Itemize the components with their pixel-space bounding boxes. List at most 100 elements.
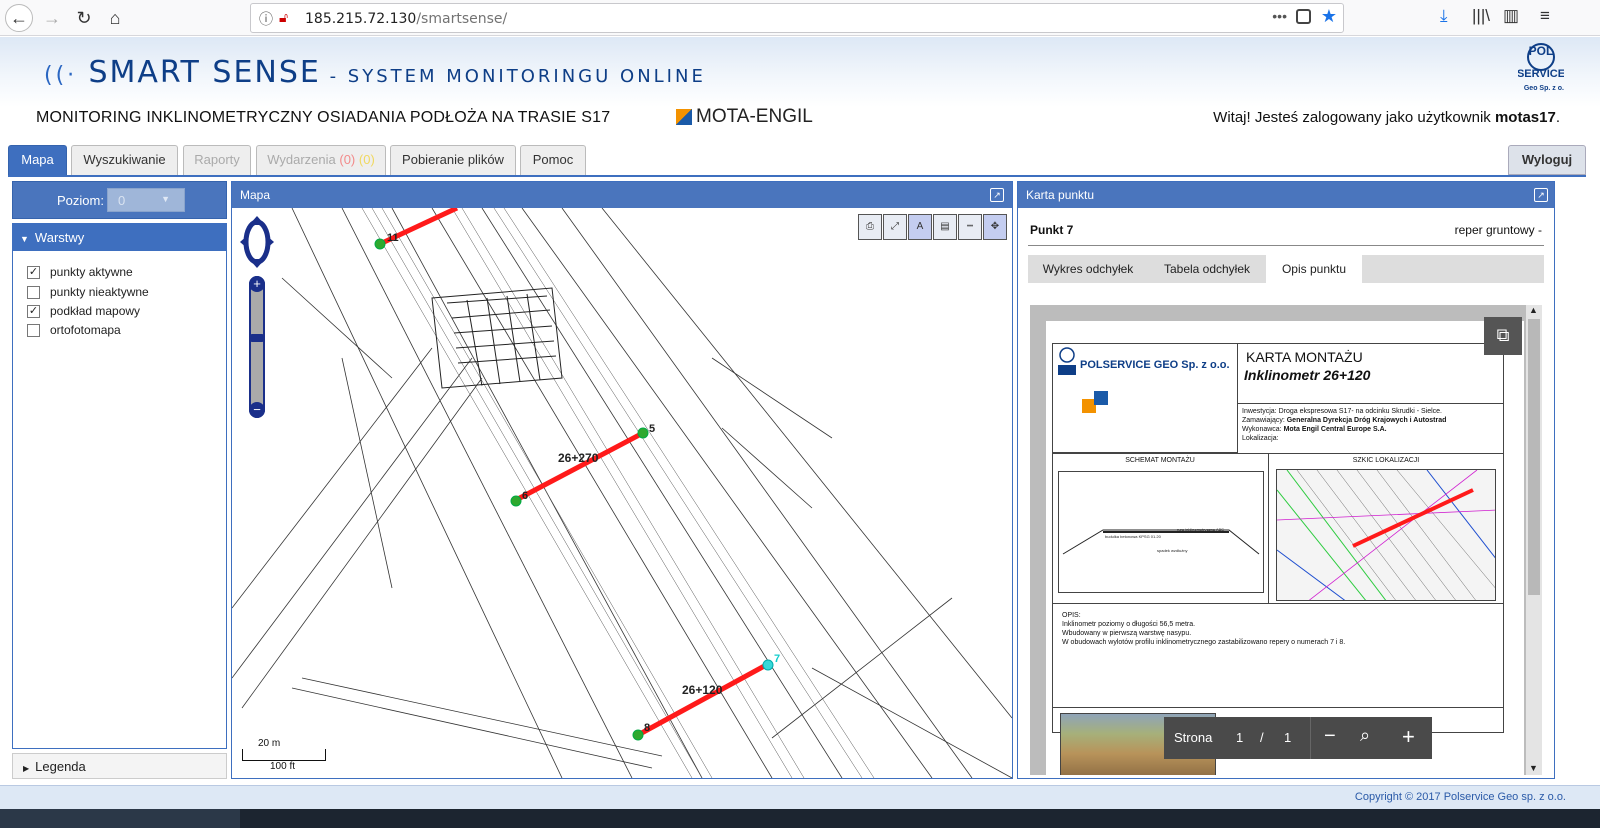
zoom-extent-icon[interactable]: ⤢: [883, 214, 907, 240]
home-icon[interactable]: ⌂: [101, 4, 129, 32]
reload-icon[interactable]: ↻: [70, 4, 98, 32]
tab-tabela-odchylek[interactable]: Tabela odchyłek: [1148, 255, 1266, 283]
scroll-thumb[interactable]: [1528, 319, 1540, 595]
brand-name: SMART SENSE: [88, 55, 321, 90]
forward-icon[interactable]: →: [38, 4, 66, 32]
partner-logo: MOTA-ENGIL: [676, 106, 813, 128]
copyright: Copyright © 2017 Polservice Geo sp. z o.…: [1354, 791, 1566, 803]
zoom-out-icon[interactable]: −: [249, 402, 265, 418]
pdf-scrollbar[interactable]: ▲ ▼: [1526, 305, 1542, 775]
bookmark-star-icon[interactable]: ★: [1321, 6, 1337, 27]
tab-pomoc[interactable]: Pomoc: [520, 145, 586, 175]
pdf-section-schema: SCHEMAT MONTAŻU: [1125, 457, 1195, 464]
pdf-section-location: SZKIC LOKALIZACJI: [1352, 457, 1420, 464]
layers-list: ✓ punkty aktywne punkty nieaktywne ✓ podkł…: [12, 251, 227, 749]
layer-ortofotomapa[interactable]: ortofotomapa: [27, 323, 121, 337]
browser-toolbar: ← → ↻ ⌂ ⓘ 🔓︎ 185.215.72.130/smartsense/ …: [0, 0, 1600, 36]
pdf-title: KARTA MONTAŻU: [1246, 349, 1363, 365]
url-text: 185.215.72.130/smartsense/: [305, 11, 508, 27]
left-sidebar: Poziom: 0 ▼ ▼ Warstwy ✓ punkty aktywne punk…: [12, 181, 227, 779]
page-separator: /: [1260, 730, 1264, 745]
pdf-description: OPIS: Inklinometr poziomy o długości 56,…: [1062, 612, 1346, 646]
tab-wykres-odchylek[interactable]: Wykres odchyłek: [1028, 255, 1148, 283]
map-canvas[interactable]: 11 5 6 7 8 26+270 26+120 + − ⎙ ⤢ A ▤ ┅ ✥…: [232, 208, 1012, 778]
point-label-6[interactable]: 6: [522, 490, 528, 502]
layer-punkty-nieaktywne[interactable]: punkty nieaktywne: [27, 285, 149, 299]
legend-header[interactable]: ▶ Legenda: [12, 753, 227, 779]
zoom-in-icon[interactable]: +: [1402, 724, 1415, 750]
level-label: Poziom:: [57, 193, 104, 208]
tab-divider: [8, 175, 1586, 177]
open-external-icon[interactable]: ⧉: [1484, 317, 1522, 355]
username: motas17: [1494, 109, 1556, 126]
zoom-in-icon[interactable]: +: [249, 276, 265, 292]
page-actions-icon[interactable]: •••: [1272, 8, 1287, 24]
level-select[interactable]: 0 ▼: [107, 188, 185, 212]
tab-wydarzenia[interactable]: Wydarzenia (0) (0): [256, 145, 386, 175]
tab-opis-punktu[interactable]: Opis punktu: [1266, 255, 1362, 283]
layer-podklad-mapowy[interactable]: ✓ podkład mapowy: [27, 304, 140, 318]
chainage-label-26-270: 26+270: [558, 451, 599, 465]
checkbox-checked-icon[interactable]: ✓: [27, 304, 40, 318]
checkbox-checked-icon[interactable]: ✓: [27, 265, 40, 279]
pan-control-icon[interactable]: [240, 216, 274, 268]
pan-icon[interactable]: ✥: [983, 214, 1007, 240]
zoom-out-icon[interactable]: −: [1324, 725, 1336, 748]
point-label-8[interactable]: 8: [644, 722, 650, 734]
page-label: Strona: [1174, 730, 1213, 745]
sidebar-icon[interactable]: ▥: [1503, 6, 1519, 26]
download-icon[interactable]: ⤓: [1440, 6, 1448, 26]
scroll-down-icon[interactable]: ▼: [1529, 763, 1538, 773]
zoom-handle[interactable]: [249, 334, 265, 342]
expand-icon[interactable]: ↗: [1534, 188, 1548, 202]
map-drawing: [232, 208, 1012, 778]
tab-raporty[interactable]: Raporty: [183, 145, 251, 175]
signal-icon: ((·: [44, 63, 78, 88]
checkbox-unchecked-icon[interactable]: [27, 285, 40, 299]
brand-logo: ((· SMART SENSE - SYSTEM MONITORINGU ONL…: [44, 55, 706, 90]
svg-text:POL: POL: [1529, 44, 1554, 58]
welcome-message: Witaj! Jesteś zalogowany jako użytkownik…: [1213, 109, 1560, 126]
print-icon[interactable]: ⎙: [858, 214, 882, 240]
point-panel-header: Karta punktu: [1018, 182, 1554, 208]
page-total: 1: [1284, 730, 1292, 745]
scroll-up-icon[interactable]: ▲: [1529, 305, 1538, 315]
chevron-down-icon: ▼: [161, 194, 170, 204]
point-label-11[interactable]: 11: [387, 232, 399, 244]
measure-line-icon[interactable]: ┅: [958, 214, 982, 240]
map-panel-header: Mapa: [232, 182, 1012, 208]
tab-mapa[interactable]: Mapa: [8, 145, 67, 175]
pdf-info: Inwestycja: Droga ekspresowa S17- na odc…: [1242, 408, 1447, 442]
page-current[interactable]: 1: [1236, 730, 1243, 745]
menu-icon[interactable]: ≡: [1540, 6, 1550, 26]
checkbox-unchecked-icon[interactable]: [27, 323, 40, 337]
layer-punkty-aktywne[interactable]: ✓ punkty aktywne: [27, 265, 133, 279]
back-icon[interactable]: ←: [5, 4, 33, 32]
zoom-slider[interactable]: + −: [249, 276, 265, 418]
divider: [1028, 245, 1544, 246]
os-taskbar: [0, 809, 1600, 828]
info-icon[interactable]: ⓘ: [259, 9, 273, 29]
point-name: Punkt 7: [1030, 223, 1074, 237]
zoom-magnifier-icon[interactable]: ⌕: [1360, 725, 1370, 746]
tab-wyszukiwanie[interactable]: Wyszukiwanie: [71, 145, 178, 175]
layers-header[interactable]: ▼ Warstwy: [12, 223, 227, 251]
label-icon[interactable]: A: [908, 214, 932, 240]
page-subtitle: MONITORING INKLINOMETRYCZNY OSIADANIA PO…: [36, 109, 611, 126]
pdf-viewer[interactable]: POLSERVICE GEO Sp. z o.o. KARTA MONTAŻU …: [1030, 305, 1542, 775]
polservice-logo: POL SERVICE Geo Sp. z o.o.: [1517, 41, 1570, 99]
expand-icon[interactable]: ↗: [990, 188, 1004, 202]
logout-button[interactable]: Wyloguj: [1508, 145, 1586, 175]
measure-area-icon[interactable]: ▤: [933, 214, 957, 240]
mota-engil-mark-icon: [676, 109, 692, 125]
tab-pobieranie-plikow[interactable]: Pobieranie plików: [390, 145, 516, 175]
point-label-5[interactable]: 5: [649, 423, 655, 435]
url-bar[interactable]: ⓘ 🔓︎ 185.215.72.130/smartsense/ ••• ★: [250, 3, 1344, 33]
brand-tagline: - SYSTEM MONITORINGU ONLINE: [320, 66, 706, 87]
pocket-icon[interactable]: [1296, 9, 1311, 24]
point-label-7[interactable]: 7: [774, 653, 780, 665]
library-icon[interactable]: |||\: [1472, 6, 1490, 26]
map-toolbar: ⎙ ⤢ A ▤ ┅ ✥: [858, 214, 1007, 240]
pdf-page: POLSERVICE GEO Sp. z o.o. KARTA MONTAŻU …: [1046, 321, 1524, 775]
chainage-label-26-120: 26+120: [682, 683, 723, 697]
